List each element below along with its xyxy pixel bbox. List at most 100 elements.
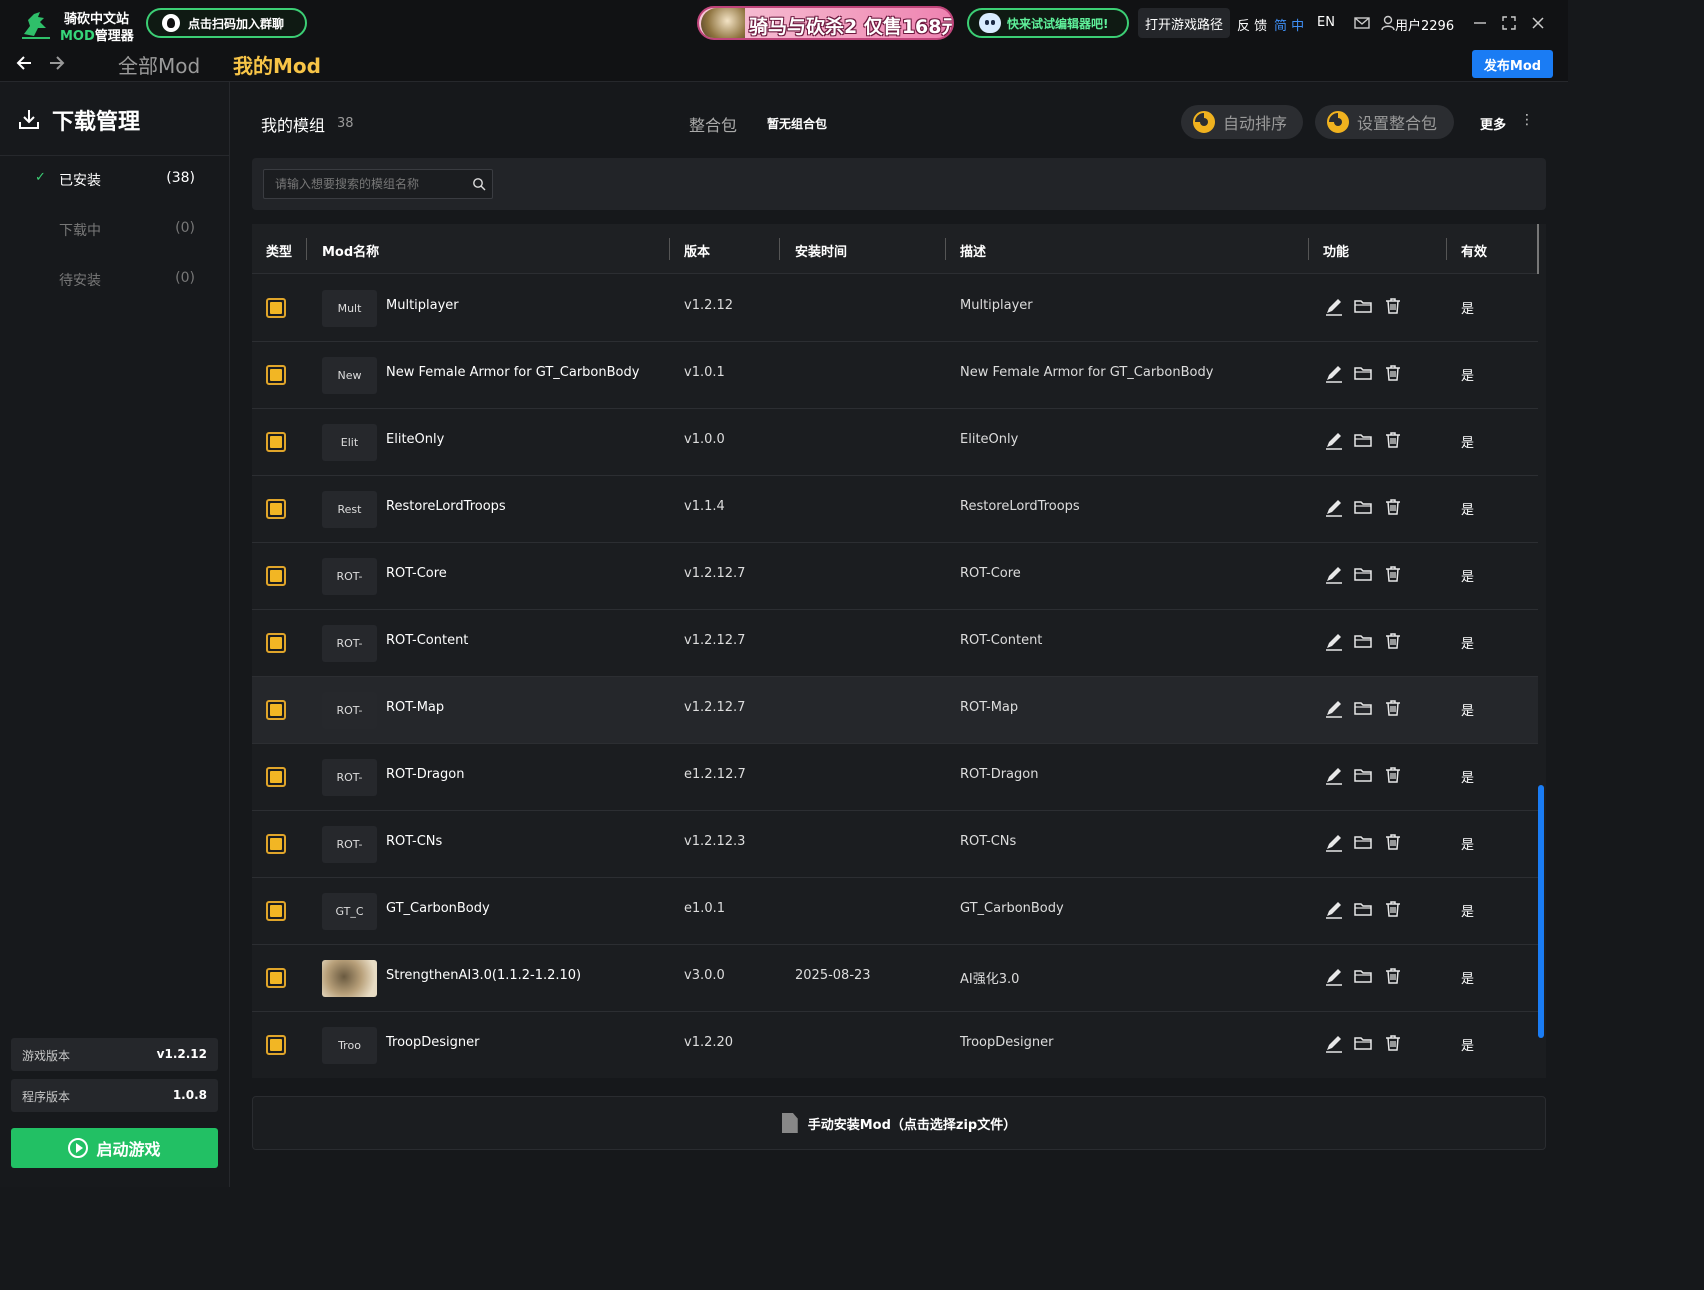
folder-icon[interactable] — [1352, 362, 1374, 384]
header-valid[interactable]: 有效 — [1461, 241, 1487, 260]
trash-icon[interactable] — [1382, 831, 1404, 853]
folder-icon[interactable] — [1352, 965, 1374, 987]
enable-checkbox[interactable] — [266, 499, 286, 519]
more-button[interactable]: 更多 — [1480, 114, 1506, 133]
trash-icon[interactable] — [1382, 697, 1404, 719]
edit-icon[interactable] — [1323, 697, 1345, 719]
trash-icon[interactable] — [1382, 898, 1404, 920]
folder-icon[interactable] — [1352, 764, 1374, 786]
user-name[interactable]: 用户2296 — [1395, 15, 1454, 34]
launch-game-button[interactable]: 启动游戏 — [11, 1128, 218, 1168]
minimize-icon[interactable] — [1470, 13, 1490, 33]
edit-icon[interactable] — [1323, 831, 1345, 853]
enable-checkbox[interactable] — [266, 767, 286, 787]
more-dots-icon[interactable]: ⋮ — [1520, 112, 1534, 128]
edit-icon[interactable] — [1323, 1032, 1345, 1054]
join-qq-group-button[interactable]: 点击扫码加入群聊 — [146, 8, 307, 38]
set-modpack-button[interactable]: 设置整合包 — [1315, 105, 1454, 139]
edit-icon[interactable] — [1323, 898, 1345, 920]
table-row[interactable]: StrengthenAI3.0(1.1.2-1.2.10) v3.0.0 2025-… — [252, 945, 1538, 1012]
folder-icon[interactable] — [1352, 898, 1374, 920]
trash-icon[interactable] — [1382, 630, 1404, 652]
edit-icon[interactable] — [1323, 965, 1345, 987]
promo-banner[interactable]: 骑马与砍杀2 仅售168元 — [697, 6, 954, 40]
modpack-empty-text[interactable]: 暂无组合包 — [767, 115, 827, 132]
trash-icon[interactable] — [1382, 563, 1404, 585]
auto-sort-button[interactable]: 自动排序 — [1181, 105, 1303, 139]
publish-mod-button[interactable]: 发布Mod — [1472, 50, 1553, 78]
open-game-path-button[interactable]: 打开游戏路径 — [1138, 8, 1230, 38]
lang-en-button[interactable]: EN — [1317, 15, 1335, 30]
table-row[interactable]: Rest RestoreLordTroops v1.1.4 RestoreLordTr… — [252, 476, 1538, 543]
mail-icon[interactable] — [1352, 13, 1372, 33]
header-description[interactable]: 描述 — [960, 241, 986, 260]
edit-icon[interactable] — [1323, 362, 1345, 384]
table-row[interactable]: Elit EliteOnly v1.0.0 EliteOnly 是 — [252, 409, 1538, 476]
edit-icon[interactable] — [1323, 764, 1345, 786]
folder-icon[interactable] — [1352, 295, 1374, 317]
folder-icon[interactable] — [1352, 697, 1374, 719]
table-row[interactable]: Mult Multiplayer v1.2.12 Multiplayer 是 — [252, 275, 1538, 342]
folder-icon[interactable] — [1352, 563, 1374, 585]
table-row[interactable]: ROT- ROT-Dragon e1.2.12.7 ROT-Dragon 是 — [252, 744, 1538, 811]
header-divider — [306, 238, 307, 260]
enable-checkbox[interactable] — [266, 566, 286, 586]
enable-checkbox[interactable] — [266, 432, 286, 452]
folder-icon[interactable] — [1352, 831, 1374, 853]
enable-checkbox[interactable] — [266, 834, 286, 854]
table-row[interactable]: New New Female Armor for GT_CarbonBody v1.… — [252, 342, 1538, 409]
lang-zh-button[interactable]: 简 中 — [1274, 15, 1304, 34]
manual-install-button[interactable]: 手动安装Mod（点击选择zip文件） — [252, 1096, 1546, 1150]
table-row[interactable]: ROT- ROT-CNs v1.2.12.3 ROT-CNs 是 — [252, 811, 1538, 878]
table-row[interactable]: ROT- ROT-Core v1.2.12.7 ROT-Core 是 — [252, 543, 1538, 610]
table-row[interactable]: Troo TroopDesigner v1.2.20 TroopDesigner 是 — [252, 1012, 1538, 1078]
edit-icon[interactable] — [1323, 429, 1345, 451]
trash-icon[interactable] — [1382, 496, 1404, 518]
folder-icon[interactable] — [1352, 429, 1374, 451]
folder-icon[interactable] — [1352, 496, 1374, 518]
enable-checkbox[interactable] — [266, 298, 286, 318]
try-editor-button[interactable]: 快来试试编辑器吧! — [967, 8, 1129, 38]
edit-icon[interactable] — [1323, 563, 1345, 585]
tab-my-mods[interactable]: 我的Mod — [233, 50, 321, 79]
sidebar-title: 下载管理 — [52, 110, 141, 135]
back-arrow-icon[interactable] — [14, 52, 34, 74]
enable-checkbox[interactable] — [266, 968, 286, 988]
edit-icon[interactable] — [1323, 630, 1345, 652]
maximize-icon[interactable] — [1499, 13, 1519, 33]
header-divider — [669, 238, 670, 260]
table-scrollbar[interactable] — [1538, 785, 1544, 1038]
trash-icon[interactable] — [1382, 1032, 1404, 1054]
folder-icon[interactable] — [1352, 1032, 1374, 1054]
enable-checkbox[interactable] — [266, 365, 286, 385]
trash-icon[interactable] — [1382, 362, 1404, 384]
search-input[interactable] — [264, 170, 464, 198]
header-type[interactable]: 类型 — [266, 241, 292, 260]
enable-checkbox[interactable] — [266, 633, 286, 653]
trash-icon[interactable] — [1382, 965, 1404, 987]
enable-checkbox[interactable] — [266, 901, 286, 921]
header-install-time[interactable]: 安装时间 — [795, 241, 847, 260]
trash-icon[interactable] — [1382, 295, 1404, 317]
forward-arrow-icon[interactable] — [47, 52, 67, 74]
trash-icon[interactable] — [1382, 429, 1404, 451]
table-row[interactable]: ROT- ROT-Map v1.2.12.7 ROT-Map 是 — [252, 677, 1538, 744]
search-icon[interactable] — [472, 177, 486, 191]
mod-description: GT_CarbonBody — [960, 901, 1064, 916]
folder-icon[interactable] — [1352, 630, 1374, 652]
sidebar-item-installed[interactable]: ✓ 已安装 (38) — [0, 164, 229, 194]
enable-checkbox[interactable] — [266, 1035, 286, 1055]
table-row[interactable]: ROT- ROT-Content v1.2.12.7 ROT-Content 是 — [252, 610, 1538, 677]
enable-checkbox[interactable] — [266, 700, 286, 720]
header-name[interactable]: Mod名称 — [322, 241, 379, 260]
table-row[interactable]: GT_C GT_CarbonBody e1.0.1 GT_CarbonBody 是 — [252, 878, 1538, 945]
header-version[interactable]: 版本 — [684, 241, 710, 260]
tab-all-mods[interactable]: 全部Mod — [118, 50, 200, 79]
trash-icon[interactable] — [1382, 764, 1404, 786]
edit-icon[interactable] — [1323, 295, 1345, 317]
feedback-link[interactable]: 反 馈 — [1237, 15, 1267, 34]
sidebar-item-downloading[interactable]: 下载中 (0) — [0, 214, 229, 244]
close-icon[interactable] — [1528, 13, 1548, 33]
edit-icon[interactable] — [1323, 496, 1345, 518]
sidebar-item-pending[interactable]: 待安装 (0) — [0, 264, 229, 294]
